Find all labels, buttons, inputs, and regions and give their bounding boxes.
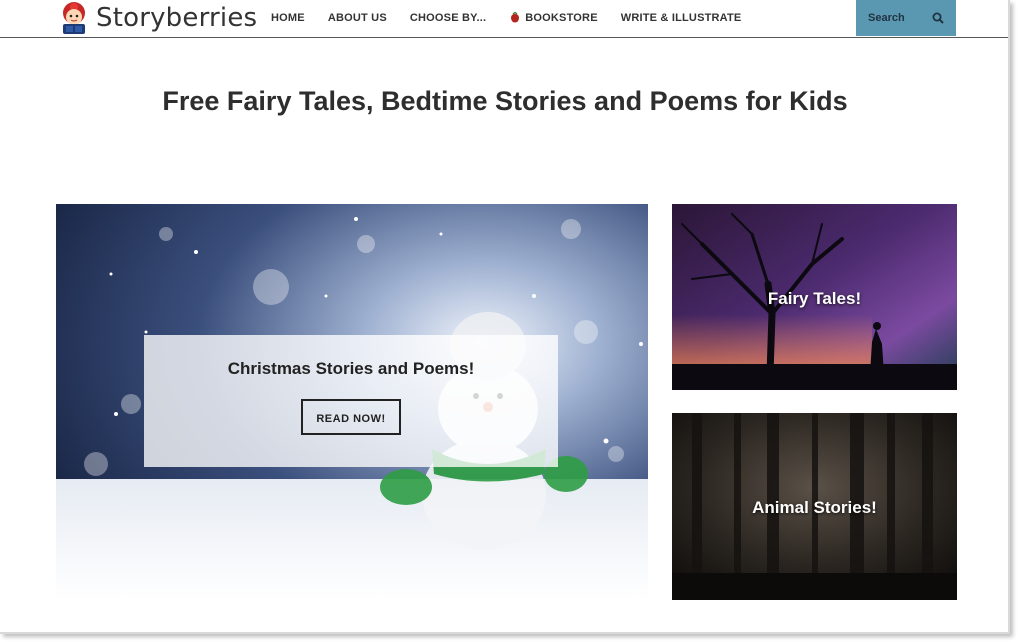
site-header: Storyberries HOME ABOUT US CHOOSE BY... … xyxy=(0,0,1008,38)
nav-bookstore-label: BOOKSTORE xyxy=(525,12,598,24)
nav-about-us[interactable]: ABOUT US xyxy=(328,12,387,24)
nav-home[interactable]: HOME xyxy=(271,12,305,24)
nav-write-illustrate[interactable]: WRITE & ILLUSTRATE xyxy=(621,12,742,24)
browser-page: Storyberries HOME ABOUT US CHOOSE BY... … xyxy=(0,0,1010,634)
logo-girl-icon xyxy=(63,2,85,34)
nav-choose-by[interactable]: CHOOSE BY... xyxy=(410,12,486,24)
main-nav: HOME ABOUT US CHOOSE BY... BOOKSTORE WRI… xyxy=(271,0,764,36)
brand-name: Storyberries xyxy=(96,3,258,33)
hero-title: Christmas Stories and Poems! xyxy=(227,359,475,378)
site-logo[interactable]: Storyberries xyxy=(58,0,257,36)
strawberry-icon xyxy=(511,12,520,23)
tile-fairy-tales-label: Fairy Tales! xyxy=(767,289,862,308)
nav-choose-label: CHOOSE BY... xyxy=(409,12,487,24)
hero-caption-box: Christmas Stories and Poems! READ NOW! xyxy=(144,335,558,467)
nav-home-label: HOME xyxy=(271,12,305,24)
search-icon xyxy=(932,12,944,24)
page-title: Free Fairy Tales, Bedtime Stories and Po… xyxy=(162,86,848,116)
search-label: Search xyxy=(868,12,905,24)
search-button[interactable]: Search xyxy=(856,0,956,36)
tile-fairy-tales[interactable]: Fairy Tales! xyxy=(672,204,957,390)
hero-christmas-banner[interactable]: Christmas Stories and Poems! READ NOW! xyxy=(56,204,648,600)
nav-bookstore[interactable]: BOOKSTORE xyxy=(509,12,598,24)
nav-about-label: ABOUT US xyxy=(327,12,387,24)
tile-animal-stories[interactable]: Animal Stories! xyxy=(672,413,957,600)
nav-write-label: WRITE & ILLUSTRATE xyxy=(620,12,742,24)
read-now-button[interactable]: READ NOW! xyxy=(301,399,401,435)
tile-animal-stories-label: Animal Stories! xyxy=(752,498,877,517)
